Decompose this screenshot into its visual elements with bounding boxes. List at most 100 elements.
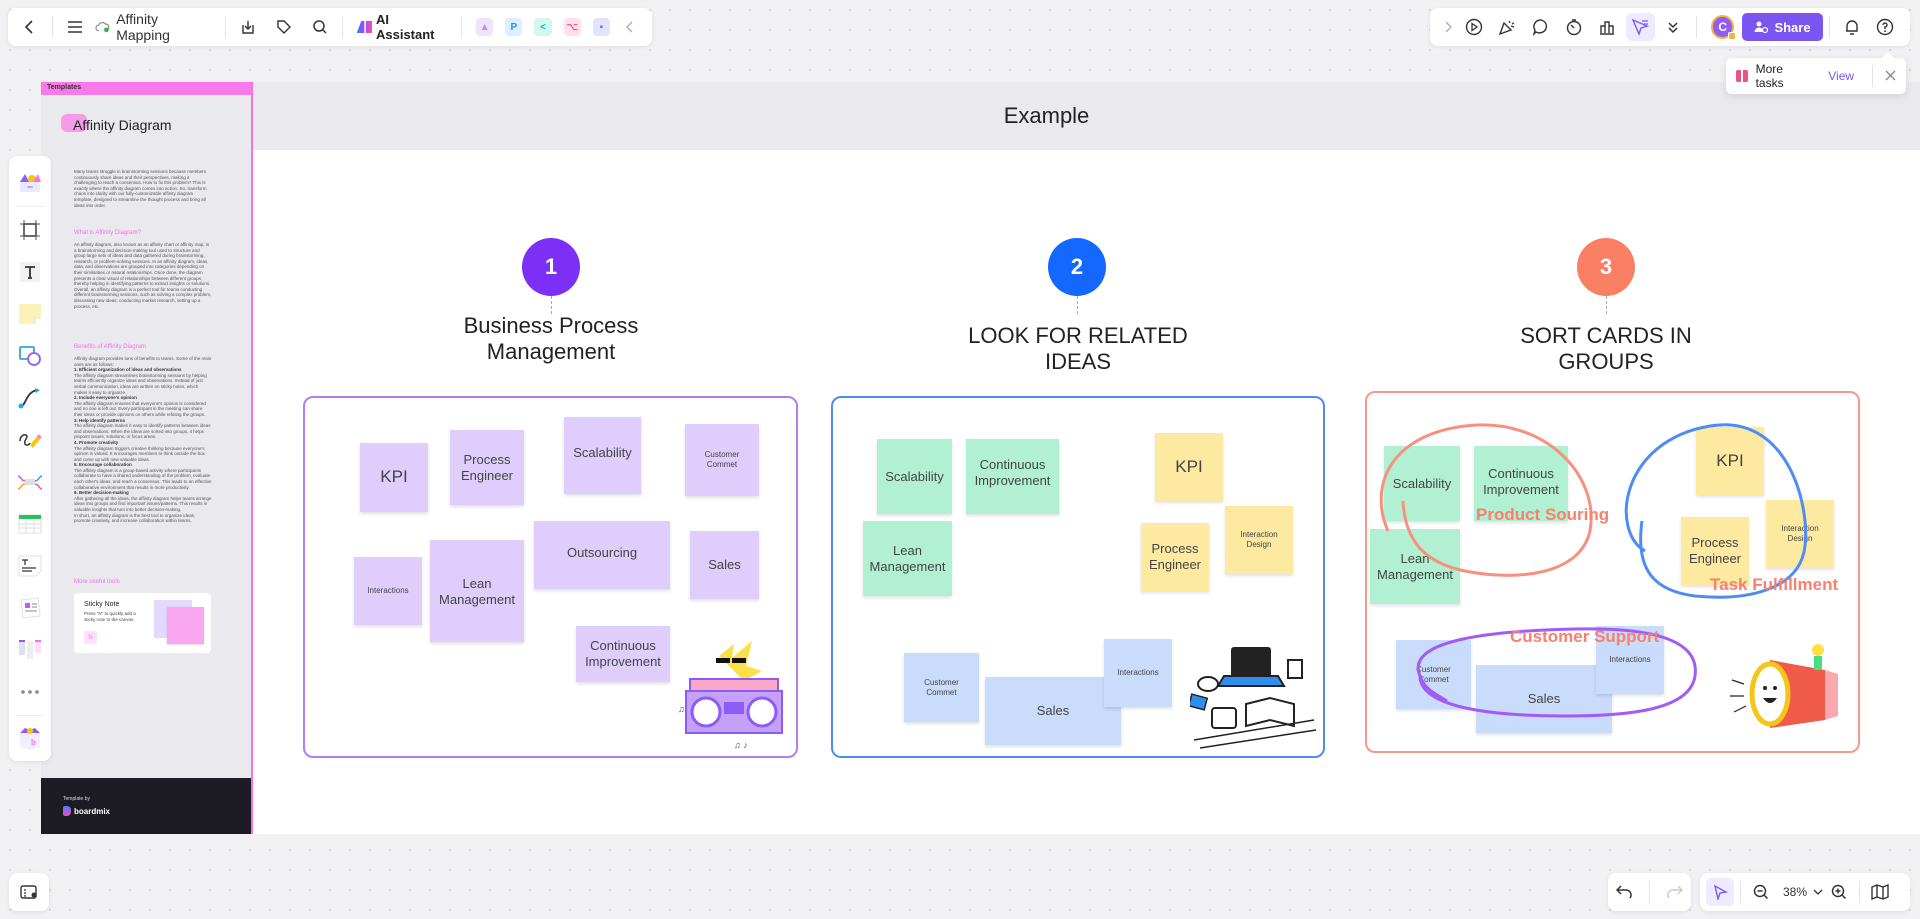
benefit-title: 1. Efficient organization of ideas and o… (74, 367, 182, 373)
sticky-note[interactable]: Customer Commet (1396, 640, 1471, 709)
connector-tool[interactable] (15, 383, 45, 413)
sticky-note[interactable]: Customer Commet (904, 653, 979, 722)
step-1-title: Business Process Management (463, 313, 639, 364)
expand-toolbar-button[interactable] (1440, 13, 1456, 41)
card-tool[interactable] (15, 593, 45, 623)
follow-cursor-icon (1631, 18, 1650, 36)
tag-button[interactable] (270, 13, 298, 41)
text-tool[interactable] (15, 257, 45, 287)
collapse-apps-button[interactable] (616, 13, 644, 41)
sticky-note[interactable]: Lean Management (1370, 529, 1460, 604)
divider (1872, 65, 1873, 87)
shape-tool[interactable] (15, 341, 45, 371)
step-2-title: LOOK FOR RELATED IDEAS (968, 323, 1188, 374)
comment-button[interactable] (1526, 13, 1555, 41)
ai-assistant-button[interactable]: AI Assistant (351, 12, 453, 42)
close-icon (1885, 70, 1896, 81)
sticky-note[interactable]: Scalability (564, 417, 641, 494)
sticky-note[interactable]: Outsourcing (534, 521, 670, 589)
sticky-note[interactable]: Interaction Design (1225, 506, 1293, 574)
flow-app-icon[interactable]: ⌥ (563, 18, 581, 36)
minimap-button[interactable] (1866, 878, 1894, 906)
zoom-out-button[interactable] (1747, 878, 1775, 906)
mindmap-tool[interactable] (15, 467, 45, 497)
share-button[interactable]: Share (1742, 13, 1823, 41)
sticky-note[interactable]: Customer Commet (685, 424, 759, 496)
sticky-note[interactable]: Scalability (877, 439, 952, 514)
step-2-badge: 2 (1048, 238, 1106, 296)
vote-button[interactable] (1592, 13, 1621, 41)
sticky-note[interactable]: Continuous Improvement (966, 439, 1059, 514)
card-icon (20, 597, 41, 619)
ai-assistant-label: AI Assistant (375, 12, 435, 42)
sticky-note[interactable]: Process Engineer (1141, 523, 1209, 591)
sticky-note[interactable]: Interaction Design (1766, 500, 1834, 568)
undo-button[interactable] (1610, 878, 1638, 906)
select-tool-button[interactable] (1706, 878, 1734, 906)
plugins-tool[interactable]: b (15, 724, 45, 754)
document-title[interactable]: Affinity Mapping (89, 11, 217, 43)
kanban-icon (19, 640, 41, 659)
p-app-icon[interactable]: P (505, 18, 523, 36)
svg-text:b: b (31, 738, 36, 747)
zoom-dropdown[interactable] (1811, 878, 1825, 906)
back-button[interactable] (16, 13, 44, 41)
more-tools-icon (21, 690, 39, 694)
timer-button[interactable] (1559, 13, 1588, 41)
sticky-note[interactable]: Sales (985, 677, 1121, 745)
template-panel-header: Templates (41, 82, 251, 95)
divider (16, 715, 44, 716)
sticky-note[interactable]: Lean Management (863, 521, 952, 596)
more-tools-button[interactable] (1659, 13, 1688, 41)
sticky-note[interactable]: KPI (1155, 433, 1223, 501)
annotation-task-fulfillment: Task Fulfillment (1710, 575, 1839, 594)
outline-panel-button[interactable] (9, 873, 49, 911)
more-tools[interactable] (15, 677, 45, 707)
sticky-note-icon (19, 304, 41, 324)
zoom-controls: 38% (1700, 873, 1910, 911)
templates-tool[interactable] (15, 168, 45, 198)
sticky-note[interactable]: Interactions (354, 557, 422, 625)
present-button[interactable] (1460, 13, 1489, 41)
divider (341, 16, 343, 38)
sticky-note[interactable]: Process Engineer (450, 430, 524, 505)
sticky-note[interactable]: Interactions (1104, 639, 1172, 707)
sticky-note[interactable]: Continuous Improvement (576, 626, 670, 682)
close-popup-button[interactable] (1885, 68, 1896, 84)
sticky-note-tool-card[interactable]: Sticky Note Press "N" to quickly add a s… (74, 593, 211, 653)
frame-tool[interactable] (15, 215, 45, 245)
zoom-level[interactable]: 38% (1783, 885, 1807, 899)
search-button[interactable] (306, 13, 334, 41)
redo-button[interactable] (1661, 878, 1689, 906)
notifications-button[interactable] (1838, 13, 1867, 41)
sticky-note[interactable]: Scalability (1384, 446, 1460, 521)
follow-cursor-button[interactable] (1625, 13, 1655, 41)
divider (1740, 881, 1741, 903)
export-button[interactable] (234, 13, 262, 41)
divider (1696, 16, 1697, 38)
celebrate-button[interactable] (1493, 13, 1522, 41)
sticky-note[interactable]: KPI (360, 443, 428, 512)
chat-app-icon[interactable]: ▪ (592, 18, 610, 36)
mindmap-app-icon[interactable]: < (534, 18, 552, 36)
celebrate-icon (1499, 20, 1515, 36)
sticky-note[interactable]: Sales (690, 531, 759, 599)
view-tasks-link[interactable]: View (1828, 69, 1854, 83)
table-tool[interactable] (15, 509, 45, 539)
sticky-note[interactable]: KPI (1696, 427, 1764, 495)
template-panel[interactable]: Templates Affinity Diagram Many teams st… (41, 82, 253, 834)
pen-tool[interactable] (15, 425, 45, 455)
ai-image-icon[interactable]: ▲ (476, 18, 494, 36)
user-avatar[interactable]: C (1710, 15, 1737, 40)
zoom-in-button[interactable] (1825, 878, 1853, 906)
menu-button[interactable] (61, 13, 89, 41)
sticky-note[interactable]: Lean Management (430, 540, 524, 642)
sticky-note-tool[interactable] (15, 299, 45, 329)
sticky-note[interactable]: Sales (1476, 665, 1612, 733)
kanban-tool[interactable] (15, 635, 45, 665)
divider (1828, 16, 1830, 38)
help-button[interactable] (1871, 13, 1900, 41)
step-connector (1606, 296, 1607, 314)
text-doc-tool[interactable] (15, 551, 45, 581)
example-header: Example (253, 82, 1920, 150)
